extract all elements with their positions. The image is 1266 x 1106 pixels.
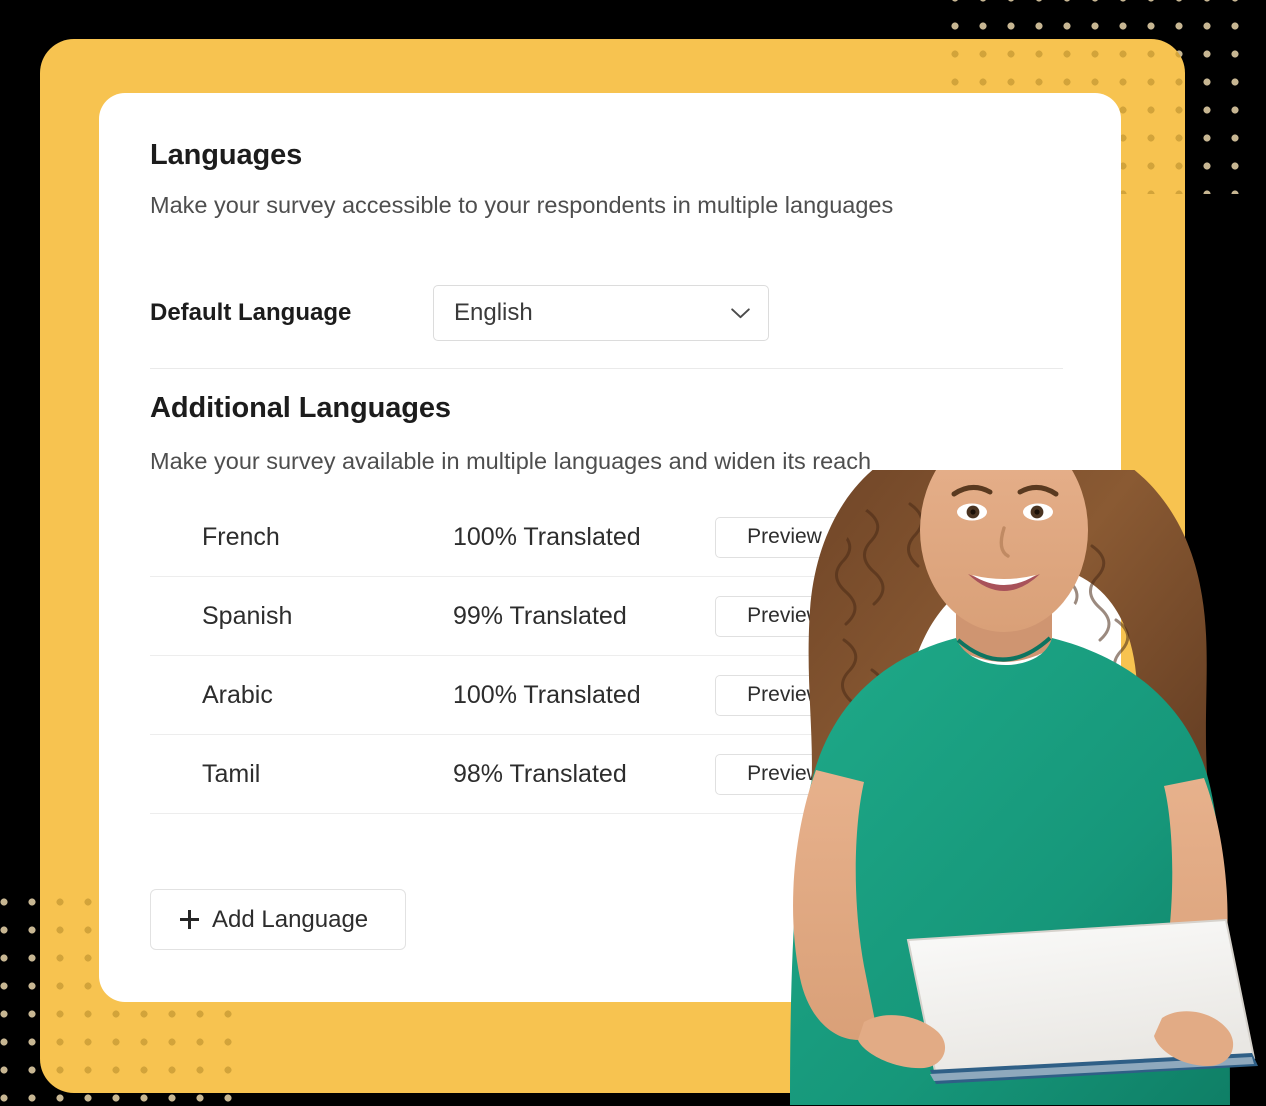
default-language-row: Default Language English xyxy=(150,285,769,341)
page-title: Languages xyxy=(150,139,303,171)
default-language-label: Default Language xyxy=(150,299,352,326)
page-subtitle: Make your survey accessible to your resp… xyxy=(150,192,894,218)
chevron-down-icon xyxy=(731,307,750,319)
preview-button[interactable]: Preview xyxy=(715,595,854,637)
translation-status: 98% Translated xyxy=(453,759,627,788)
preview-button[interactable]: Preview xyxy=(715,516,854,558)
translation-status: 100% Translated xyxy=(453,522,641,551)
add-language-label: Add Language xyxy=(212,905,369,933)
additional-languages-subtitle: Make your survey available in multiple l… xyxy=(150,448,872,474)
card-content: Languages Make your survey accessible to… xyxy=(150,139,1111,1002)
plus-icon xyxy=(180,910,199,929)
language-name: French xyxy=(202,522,280,551)
languages-settings-card: Languages Make your survey accessible to… xyxy=(99,93,1121,1002)
translation-status: 100% Translated xyxy=(453,680,641,709)
table-row: French 100% Translated Preview xyxy=(150,498,1063,577)
table-row: Tamil 98% Translated Preview xyxy=(150,735,1063,814)
preview-button[interactable]: Preview xyxy=(715,674,854,716)
section-divider xyxy=(150,368,1063,369)
preview-button[interactable]: Preview xyxy=(715,753,854,795)
table-row: Spanish 99% Translated Preview xyxy=(150,577,1063,656)
language-name: Tamil xyxy=(202,759,261,788)
page-stage: Languages Make your survey accessible to… xyxy=(0,0,1266,1106)
language-name: Spanish xyxy=(202,601,293,630)
table-row: Arabic 100% Translated Preview xyxy=(150,656,1063,735)
additional-languages-title: Additional Languages xyxy=(150,392,451,424)
default-language-select[interactable]: English xyxy=(433,285,769,341)
default-language-value: English xyxy=(454,299,533,326)
add-language-button[interactable]: Add Language xyxy=(150,889,406,950)
translation-status: 99% Translated xyxy=(453,601,627,630)
additional-languages-table: French 100% Translated Preview Spanish 9… xyxy=(150,498,1063,814)
language-name: Arabic xyxy=(202,680,273,709)
